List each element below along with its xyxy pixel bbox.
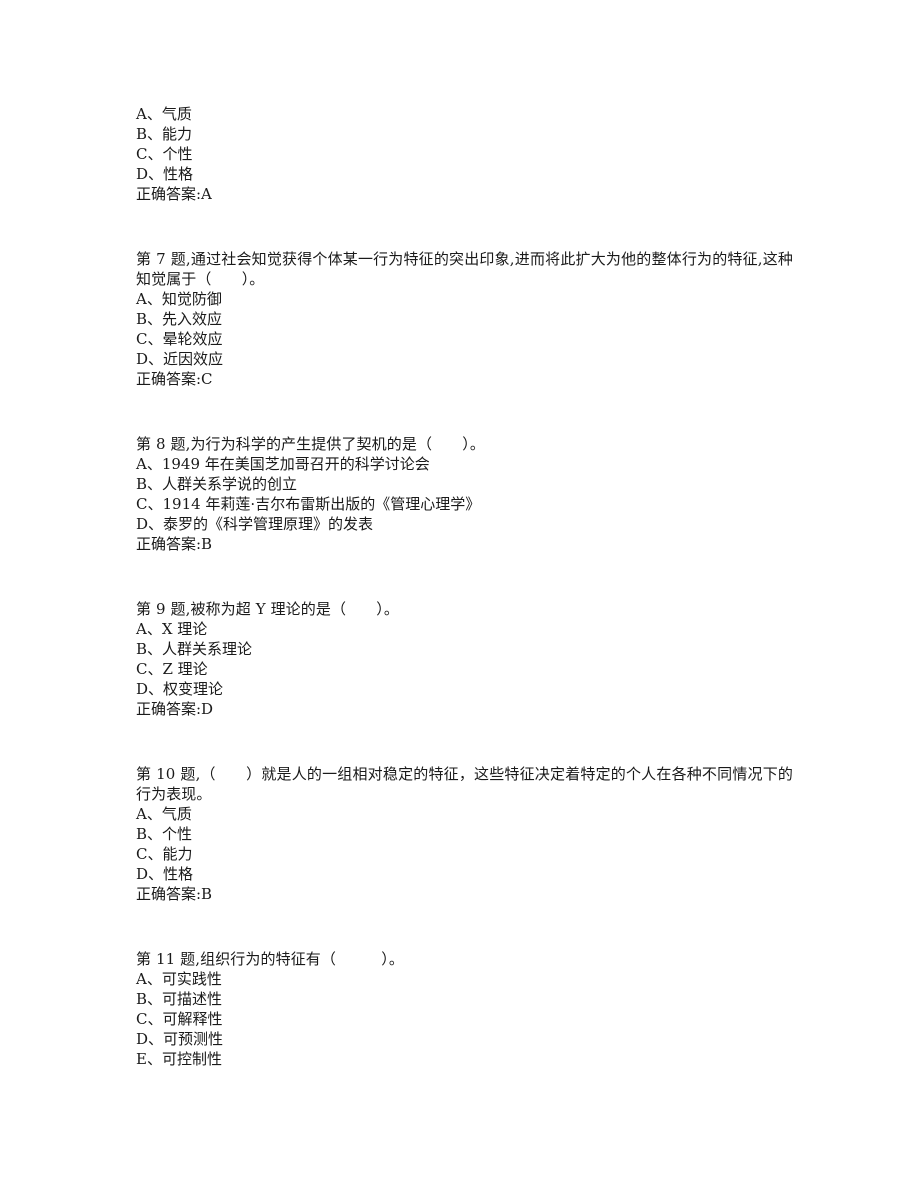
document-page: A、气质 B、能力 C、个性 D、性格 正确答案:A 第 7 题,通过社会知觉获… [0, 0, 920, 1191]
list-item: A、知觉防御 [136, 290, 222, 308]
list-item: A、气质 [136, 805, 192, 823]
correct-answer: 正确答案:C [136, 370, 213, 388]
list-item: C、晕轮效应 [136, 330, 223, 348]
list-item: D、近因效应 [136, 350, 224, 368]
list-item: C、1914 年莉莲·吉尔布雷斯出版的《管理心理学》 [136, 495, 481, 513]
list-item: A、X 理论 [136, 620, 208, 638]
list-item: C、个性 [136, 145, 193, 163]
correct-answer: 正确答案:B [136, 535, 213, 553]
question-block-q7: 第 7 题,通过社会知觉获得个体某一行为特征的突出印象,进而将此扩大为他的整体行… [136, 249, 793, 389]
list-item: B、人群关系理论 [136, 640, 253, 658]
list-item: C、可解释性 [136, 1010, 223, 1028]
list-item: D、泰罗的《科学管理原理》的发表 [136, 515, 374, 533]
option-list: A、气质 B、个性 C、能力 D、性格 [136, 804, 793, 884]
list-item: D、可预测性 [136, 1030, 224, 1048]
list-item: D、性格 [136, 865, 194, 883]
correct-answer: 正确答案:A [136, 185, 212, 203]
list-item: A、1949 年在美国芝加哥召开的科学讨论会 [136, 455, 430, 473]
list-item: A、气质 [136, 105, 192, 123]
list-item: A、可实践性 [136, 970, 222, 988]
option-list: A、X 理论 B、人群关系理论 C、Z 理论 D、权变理论 [136, 619, 793, 699]
question-block-q11: 第 11 题,组织行为的特征有（ ）。 A、可实践性 B、可描述性 C、可解释性… [136, 949, 793, 1069]
list-item: C、能力 [136, 845, 193, 863]
question-stem: 第 7 题,通过社会知觉获得个体某一行为特征的突出印象,进而将此扩大为他的整体行… [136, 250, 793, 288]
question-stem: 第 8 题,为行为科学的产生提供了契机的是（ ）。 [136, 435, 485, 453]
list-item: B、能力 [136, 125, 193, 143]
question-stem: 第 11 题,组织行为的特征有（ ）。 [136, 950, 404, 968]
list-item: B、人群关系学说的创立 [136, 475, 298, 493]
question-block-q8: 第 8 题,为行为科学的产生提供了契机的是（ ）。 A、1949 年在美国芝加哥… [136, 434, 793, 554]
correct-answer: 正确答案:D [136, 700, 214, 718]
question-stem: 第 10 题,（ ）就是人的一组相对稳定的特征，这些特征决定着特定的个人在各种不… [136, 765, 793, 803]
question-block-q9: 第 9 题,被称为超 Y 理论的是（ ）。 A、X 理论 B、人群关系理论 C、… [136, 599, 793, 719]
option-list: A、可实践性 B、可描述性 C、可解释性 D、可预测性 E、可控制性 [136, 969, 793, 1069]
question-stem: 第 9 题,被称为超 Y 理论的是（ ）。 [136, 600, 399, 618]
list-item: C、Z 理论 [136, 660, 208, 678]
list-item: B、个性 [136, 825, 193, 843]
option-list: A、知觉防御 B、先入效应 C、晕轮效应 D、近因效应 [136, 289, 793, 369]
correct-answer: 正确答案:B [136, 885, 213, 903]
list-item: E、可控制性 [136, 1050, 222, 1068]
list-item: B、可描述性 [136, 990, 223, 1008]
list-item: D、权变理论 [136, 680, 224, 698]
option-list: A、1949 年在美国芝加哥召开的科学讨论会 B、人群关系学说的创立 C、191… [136, 454, 793, 534]
list-item: D、性格 [136, 165, 194, 183]
list-item: B、先入效应 [136, 310, 223, 328]
question-block-q10: 第 10 题,（ ）就是人的一组相对稳定的特征，这些特征决定着特定的个人在各种不… [136, 764, 793, 904]
question-block-q6-continuation: A、气质 B、能力 C、个性 D、性格 正确答案:A [136, 104, 793, 204]
option-list: A、气质 B、能力 C、个性 D、性格 [136, 104, 793, 184]
